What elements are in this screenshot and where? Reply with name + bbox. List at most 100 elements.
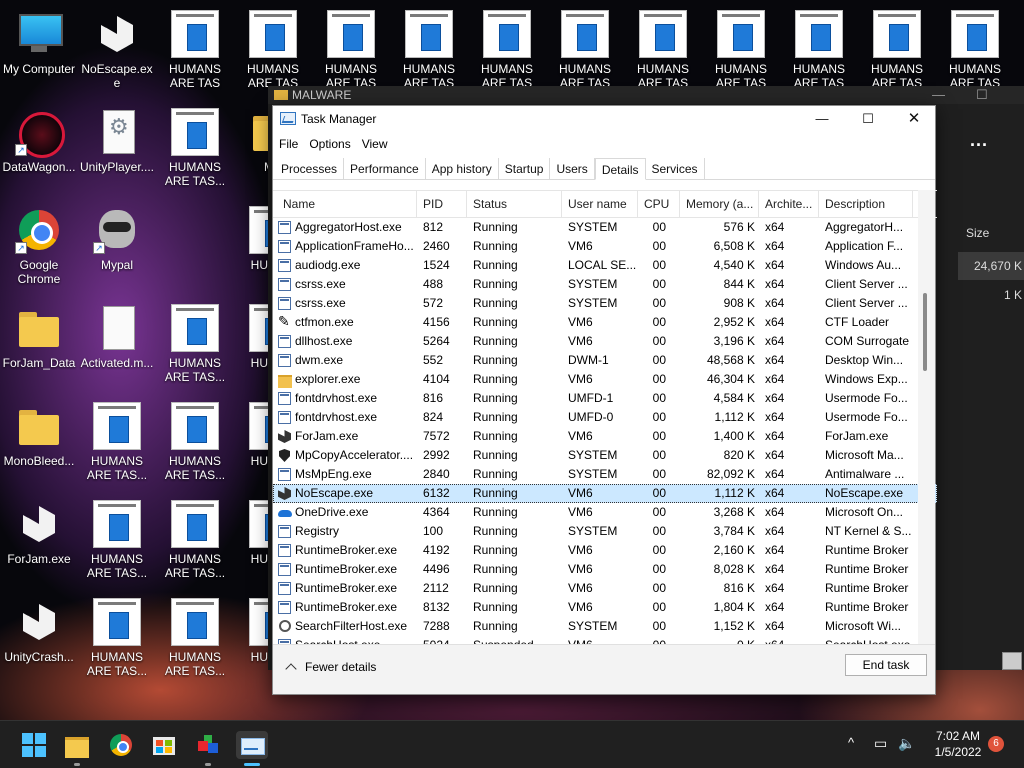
menu-file[interactable]: File — [279, 137, 307, 151]
store-icon[interactable] — [150, 731, 178, 759]
column-cpu[interactable]: CPU — [638, 191, 680, 217]
column-architecture[interactable]: Archite... — [759, 191, 819, 217]
task-manager-taskbar-icon[interactable] — [236, 731, 268, 759]
column-pid[interactable]: PID — [417, 191, 467, 217]
desktop-icon-humans[interactable]: HUMANS ARE TAS... — [156, 592, 234, 680]
column-status[interactable]: Status — [467, 191, 562, 217]
desktop-icon-humans[interactable]: HUMANS ARE TAS — [624, 4, 702, 92]
volume-icon[interactable]: 🔈 — [898, 735, 915, 752]
table-row[interactable]: csrss.exe 572 Running SYSTEM 00 908 K x64 Clien… — [273, 294, 937, 313]
file-row-size[interactable]: 1 K — [958, 288, 1024, 302]
column-name[interactable]: Name — [273, 191, 417, 217]
tab-services[interactable]: Services — [646, 158, 705, 179]
malware-window-titlebar[interactable]: MALWARE — ☐ — [268, 86, 1024, 104]
table-row[interactable]: NoEscape.exe 6132 Running VM6 00 1,112 K x64 No… — [273, 484, 937, 503]
table-row[interactable]: fontdrvhost.exe 824 Running UMFD-0 00 1,112 K… — [273, 408, 937, 427]
desktop-icon-humans[interactable]: HUMANS ARE TAS — [312, 4, 390, 92]
clock[interactable]: 7:02 AM 1/5/2022 — [922, 728, 994, 760]
notification-badge[interactable]: 6 — [988, 736, 1004, 752]
desktop-icon-humans[interactable]: HUMANS ARE TAS... — [78, 396, 156, 484]
vertical-scrollbar[interactable] — [918, 190, 935, 646]
desktop-icon-humans[interactable]: HUMANS ARE TAS — [936, 4, 1014, 92]
desktop-icon-humans[interactable]: HUMANS ARE TAS — [858, 4, 936, 92]
tray-chevron-icon[interactable]: ^ — [848, 735, 854, 750]
table-row[interactable]: OneDrive.exe 4364 Running VM6 00 3,268 K x64 Mi… — [273, 503, 937, 522]
tab-processes[interactable]: Processes — [275, 158, 345, 179]
desktop-icon[interactable]: UnityCrash... — [0, 592, 78, 680]
tab-details[interactable]: Details — [594, 158, 646, 180]
table-row[interactable]: MpCopyAccelerator.... 2992 Running SYSTEM 00… — [273, 446, 937, 465]
column-size-header[interactable]: Size — [966, 226, 989, 240]
task-manager-titlebar[interactable]: Task Manager — ☐ ✕ — [273, 106, 935, 132]
desktop-icon-humans[interactable]: HUMANS ARE TAS... — [156, 102, 234, 190]
desktop-icon[interactable]: ↗ Mypal — [78, 200, 156, 288]
start-button[interactable] — [20, 731, 48, 759]
desktop-icon-humans[interactable]: HUMANS ARE TAS — [390, 4, 468, 92]
scrollbar-thumb[interactable] — [923, 293, 927, 371]
task-manager-window[interactable]: Task Manager — ☐ ✕ File Options View Pro… — [272, 105, 937, 695]
desktop-icon-humans[interactable]: HUMANS ARE TAS — [780, 4, 858, 92]
desktop-icon[interactable]: Activated.m... — [78, 298, 156, 386]
column-user-name[interactable]: User name — [562, 191, 638, 217]
table-row[interactable]: RuntimeBroker.exe 8132 Running VM6 00 1,804 K… — [273, 598, 937, 617]
table-row[interactable]: audiodg.exe 1524 Running LOCAL SE... 00 4,540… — [273, 256, 937, 275]
table-row[interactable]: csrss.exe 488 Running SYSTEM 00 844 K x64 Clien… — [273, 275, 937, 294]
desktop-icon[interactable]: My Computer — [0, 4, 78, 92]
desktop-icon-humans[interactable]: HUMANS ARE TAS... — [78, 592, 156, 680]
table-row[interactable]: SearchFilterHost.exe 7288 Running SYSTEM 00 1… — [273, 617, 937, 636]
maximize-button[interactable]: ☐ — [845, 106, 891, 132]
close-button[interactable]: ✕ — [891, 106, 937, 132]
desktop-icon-humans[interactable]: HUMANS ARE TAS... — [156, 494, 234, 582]
table-row[interactable]: explorer.exe 4104 Running VM6 00 46,304 K x64 W… — [273, 370, 937, 389]
file-row-size[interactable]: 24,670 K — [958, 252, 1024, 280]
desktop-icon[interactable]: ↗ DataWagon... — [0, 102, 78, 190]
minimize-icon[interactable]: — — [932, 86, 945, 104]
table-row[interactable]: ctfmon.exe 4156 Running VM6 00 2,952 K x64 CTF … — [273, 313, 937, 332]
game-app-icon[interactable] — [194, 731, 222, 759]
end-task-button[interactable]: End task — [845, 654, 927, 676]
table-row[interactable]: dwm.exe 552 Running DWM-1 00 48,568 K x64 Deskt… — [273, 351, 937, 370]
desktop-icon-humans[interactable]: HUMANS ARE TAS... — [156, 298, 234, 386]
table-row[interactable]: dllhost.exe 5264 Running VM6 00 3,196 K x64 COM… — [273, 332, 937, 351]
desktop-icon[interactable]: ForJam.exe — [0, 494, 78, 582]
details-view-icon[interactable] — [1002, 652, 1022, 670]
desktop-icon-humans[interactable]: HUMANS ARE TAS — [702, 4, 780, 92]
desktop-icon[interactable]: UnityPlayer.... — [78, 102, 156, 190]
table-row[interactable]: AggregatorHost.exe 812 Running SYSTEM 00 576 … — [273, 218, 937, 237]
desktop-icon[interactable]: ForJam_Data — [0, 298, 78, 386]
table-row[interactable]: RuntimeBroker.exe 2112 Running VM6 00 816 K x6… — [273, 579, 937, 598]
desktop-icon-humans[interactable]: HUMANS ARE TAS — [546, 4, 624, 92]
column-description[interactable]: Description — [819, 191, 913, 217]
more-options-icon[interactable]: ... — [970, 130, 988, 151]
table-row[interactable]: RuntimeBroker.exe 4192 Running VM6 00 2,160 K… — [273, 541, 937, 560]
file-explorer-icon[interactable] — [63, 731, 91, 759]
cell-arch: x64 — [765, 334, 785, 348]
desktop-icon-humans[interactable]: HUMANS ARE TAS... — [156, 396, 234, 484]
network-icon[interactable]: ▭ — [874, 735, 887, 752]
fewer-details-link[interactable]: Fewer details — [285, 660, 376, 675]
column-memory[interactable]: Memory (a... — [680, 191, 759, 217]
tab-startup[interactable]: Startup — [499, 158, 551, 179]
table-row[interactable]: RuntimeBroker.exe 4496 Running VM6 00 8,028 K… — [273, 560, 937, 579]
menu-options[interactable]: Options — [309, 137, 359, 151]
desktop-icon-humans[interactable]: HUMANS ARE TAS — [234, 4, 312, 92]
tab-users[interactable]: Users — [550, 158, 595, 179]
table-row[interactable]: ForJam.exe 7572 Running VM6 00 1,400 K x64 ForJ… — [273, 427, 937, 446]
menu-view[interactable]: View — [362, 137, 397, 151]
maximize-icon[interactable]: ☐ — [976, 86, 988, 104]
minimize-button[interactable]: — — [799, 106, 845, 132]
cell-pid: 1524 — [423, 258, 450, 272]
table-row[interactable]: MsMpEng.exe 2840 Running SYSTEM 00 82,092 K x6… — [273, 465, 937, 484]
desktop-icon[interactable]: NoEscape.exe — [78, 4, 156, 92]
desktop-icon-humans[interactable]: HUMANS ARE TAS... — [78, 494, 156, 582]
tab-app-history[interactable]: App history — [426, 158, 499, 179]
desktop-icon[interactable]: MonoBleed... — [0, 396, 78, 484]
tab-performance[interactable]: Performance — [344, 158, 426, 179]
table-row[interactable]: fontdrvhost.exe 816 Running UMFD-1 00 4,584 K… — [273, 389, 937, 408]
desktop-icon[interactable]: ↗ Google Chrome — [0, 200, 78, 288]
table-row[interactable]: ApplicationFrameHo... 2460 Running VM6 00 6,5… — [273, 237, 937, 256]
desktop-icon-humans[interactable]: HUMANS ARE TAS — [468, 4, 546, 92]
chrome-icon[interactable] — [107, 731, 135, 759]
table-row[interactable]: Registry 100 Running SYSTEM 00 3,784 K x64 NT K… — [273, 522, 937, 541]
desktop-icon-humans[interactable]: HUMANS ARE TAS — [156, 4, 234, 92]
